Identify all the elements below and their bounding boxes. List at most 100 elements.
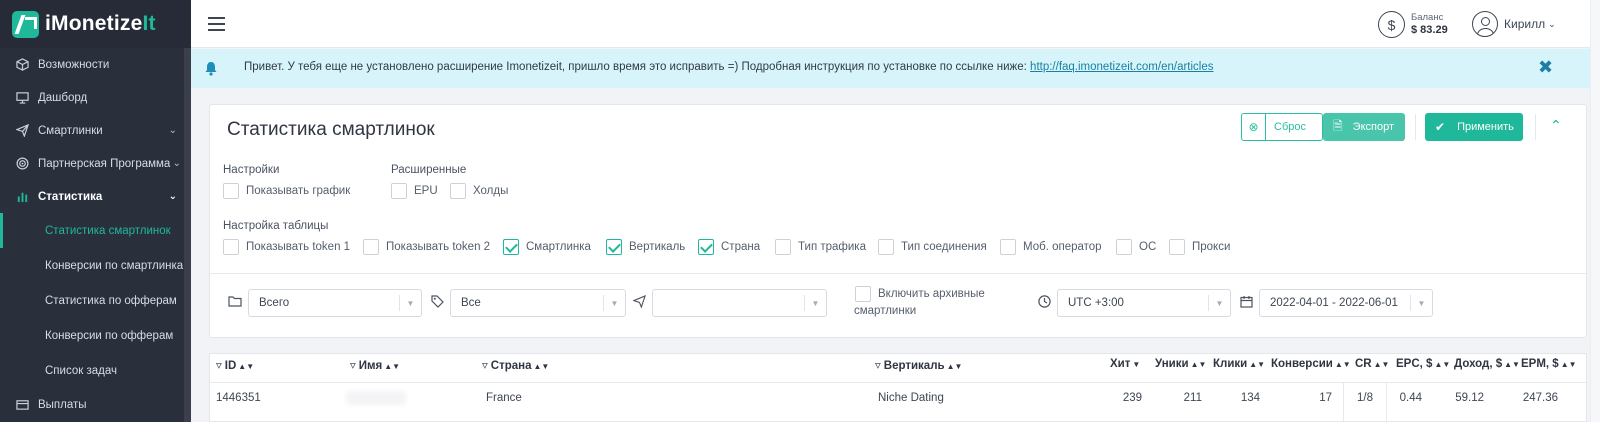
col-header-hits[interactable]: Хит ▼ — [1110, 358, 1140, 370]
sidebar-subitem-offer-stats[interactable]: Статистика по офферам — [0, 283, 191, 318]
checkbox-label: EPU — [414, 185, 438, 197]
logo-mark-icon — [12, 10, 39, 38]
archive-checkbox[interactable]: Включить архивные — [855, 286, 985, 302]
col-header-clicks[interactable]: Клики ▲▼ — [1213, 358, 1265, 370]
filter-icon[interactable]: ▿ — [350, 360, 356, 372]
sidebar-item-label: Партнерская Программа — [38, 157, 171, 170]
cell-conversions: 17 — [1319, 392, 1332, 404]
show-chart-checkbox[interactable]: Показывать график — [223, 183, 350, 199]
reset-label: Сброс — [1274, 121, 1306, 133]
filter-icon[interactable]: ▿ — [875, 360, 881, 372]
sort-icon: ▲▼ — [238, 362, 255, 371]
date-range-value: 2022-04-01 - 2022-06-01 — [1270, 297, 1398, 309]
sort-icon: ▲▼ — [1190, 360, 1207, 369]
chevron-down-icon: ⌄ — [168, 125, 177, 136]
cell-vertical: Niche Dating — [878, 392, 944, 404]
sidebar-item-label: Выплаты — [38, 398, 87, 411]
traffic-type-checkbox[interactable]: Тип трафика — [775, 239, 866, 255]
date-range-select[interactable]: 2022-04-01 - 2022-06-01 ▼ — [1259, 289, 1433, 317]
archive-label-line2: смартлинки — [854, 305, 917, 317]
send-icon — [15, 124, 29, 138]
sidebar-subitem-smartlink-conversions[interactable]: Конверсии по смартлинкам — [0, 248, 191, 283]
col-header-name[interactable]: ▿ Имя ▲▼ — [350, 358, 400, 372]
page-scrollbar[interactable] — [1590, 0, 1600, 422]
chart-bars-icon — [15, 190, 29, 204]
apply-button[interactable]: ✔ Применить — [1425, 113, 1523, 141]
holds-checkbox[interactable]: Холды — [450, 183, 508, 199]
col-header-income[interactable]: Доход, $ ▲▼ — [1454, 358, 1520, 370]
hamburger-menu-icon[interactable] — [208, 17, 225, 31]
vertical-checkbox[interactable]: Вертикаль — [606, 239, 685, 255]
smartlink-checkbox[interactable]: Смартлинка — [503, 239, 591, 255]
col-header-id[interactable]: ▿ ID ▲▼ — [216, 358, 254, 372]
export-button[interactable]: 🗎 Экспорт — [1323, 113, 1405, 141]
sidebar-subitem-offer-conversions[interactable]: Конверсии по офферам — [0, 318, 191, 353]
sidebar-scrollbar[interactable] — [184, 48, 191, 422]
col-header-conversions[interactable]: Конверсии ▲▼ — [1271, 358, 1351, 370]
table-row[interactable]: 1446351 France Niche Dating 239 211 134 … — [210, 382, 1586, 414]
checkbox-label: Тип соединения — [901, 241, 987, 253]
chevron-up-icon[interactable]: ⌃ — [1550, 117, 1562, 134]
export-label: Экспорт — [1352, 121, 1394, 133]
cell-country: France — [486, 392, 522, 404]
sidebar-item-payouts[interactable]: Выплаты — [0, 388, 191, 421]
col-header-uniques[interactable]: Уники ▲▼ — [1155, 358, 1206, 370]
timezone-select[interactable]: UTC +3:00 ▼ — [1057, 289, 1231, 317]
os-checkbox[interactable]: ОС — [1116, 239, 1156, 255]
table-settings-label: Настройка таблицы — [223, 220, 329, 232]
chevron-down-icon: ▼ — [399, 295, 421, 311]
sidebar-item-statistics[interactable]: Статистика ⌄ — [0, 180, 191, 213]
group-select[interactable]: Всего ▼ — [248, 289, 422, 317]
col-header-epc[interactable]: EPC, $ ▲▼ — [1396, 358, 1450, 370]
close-icon[interactable]: ✖ — [1538, 57, 1553, 78]
sidebar-item-smartlinks[interactable]: Смартлинки ⌄ — [0, 114, 191, 147]
alert-link[interactable]: http://faq.imonetizeit.com/en/articles — [1030, 61, 1213, 73]
sidebar-item-dashboard[interactable]: Дашборд — [0, 81, 191, 114]
cell-epm: 247.36 — [1522, 392, 1558, 404]
checkbox-label: Прокси — [1192, 241, 1231, 253]
balance-widget[interactable]: $ Баланс $ 83.29 — [1378, 11, 1448, 38]
apply-label: Применить — [1457, 121, 1514, 133]
col-header-epm[interactable]: EPM, $ ▲▼ — [1521, 358, 1577, 370]
reset-circle-x-icon: ⊗ — [1242, 114, 1266, 140]
col-header-cr[interactable]: CR ▲▼ — [1355, 358, 1389, 370]
user-name: Кирилл — [1504, 17, 1546, 31]
filter-icon[interactable]: ▿ — [482, 360, 488, 372]
divider — [1535, 114, 1536, 140]
user-menu[interactable]: Кирилл ⌄ — [1472, 11, 1556, 37]
dollar-icon: $ — [1378, 11, 1405, 38]
checkmark-icon: ✔ — [1435, 120, 1446, 134]
token1-checkbox[interactable]: Показывать token 1 — [223, 239, 350, 255]
chevron-down-icon: ▼ — [1410, 295, 1432, 311]
tag-icon — [431, 295, 444, 311]
bell-icon — [205, 62, 217, 76]
sidebar-item-features[interactable]: Возможности — [0, 48, 191, 81]
sort-icon: ▲▼ — [1504, 360, 1520, 369]
checkbox-label: Смартлинка — [526, 241, 591, 253]
sidebar-subitem-smartlink-stats[interactable]: Статистика смартлинок — [0, 213, 191, 248]
col-header-country[interactable]: ▿ Страна ▲▼ — [482, 358, 549, 372]
smartlink-select[interactable]: ▼ — [652, 289, 827, 317]
user-avatar-icon — [1472, 11, 1498, 37]
wallet-icon — [15, 398, 29, 412]
tag-select[interactable]: Все ▼ — [450, 289, 626, 317]
cell-income: 59.12 — [1455, 392, 1484, 404]
mobile-operator-checkbox[interactable]: Моб. оператор — [1000, 239, 1102, 255]
proxy-checkbox[interactable]: Прокси — [1169, 239, 1230, 255]
sidebar-item-affiliate[interactable]: Партнерская Программа ⌄ — [0, 147, 191, 180]
epu-checkbox[interactable]: EPU — [391, 183, 438, 199]
logo[interactable]: iMonetizeIt — [0, 0, 191, 48]
sidebar-subitem-label: Статистика смартлинок — [45, 224, 171, 237]
checkbox-label: Показывать token 1 — [246, 241, 351, 253]
extended-label: Расширенные — [391, 164, 467, 176]
filter-icon[interactable]: ▿ — [216, 360, 222, 372]
col-header-vertical[interactable]: ▿ Вертикаль ▲▼ — [875, 358, 962, 372]
checkbox-label: Показывать token 2 — [386, 241, 491, 253]
sidebar-subitem-task-list[interactable]: Список задач — [0, 353, 191, 388]
reset-button[interactable]: ⊗ Сброс — [1241, 113, 1323, 141]
country-checkbox[interactable]: Страна — [698, 239, 760, 255]
token2-checkbox[interactable]: Показывать token 2 — [363, 239, 490, 255]
cell-uniques: 211 — [1183, 392, 1202, 404]
sidebar: iMonetizeIt Возможности Дашборд Смартлин… — [0, 0, 191, 422]
connection-type-checkbox[interactable]: Тип соединения — [878, 239, 987, 255]
